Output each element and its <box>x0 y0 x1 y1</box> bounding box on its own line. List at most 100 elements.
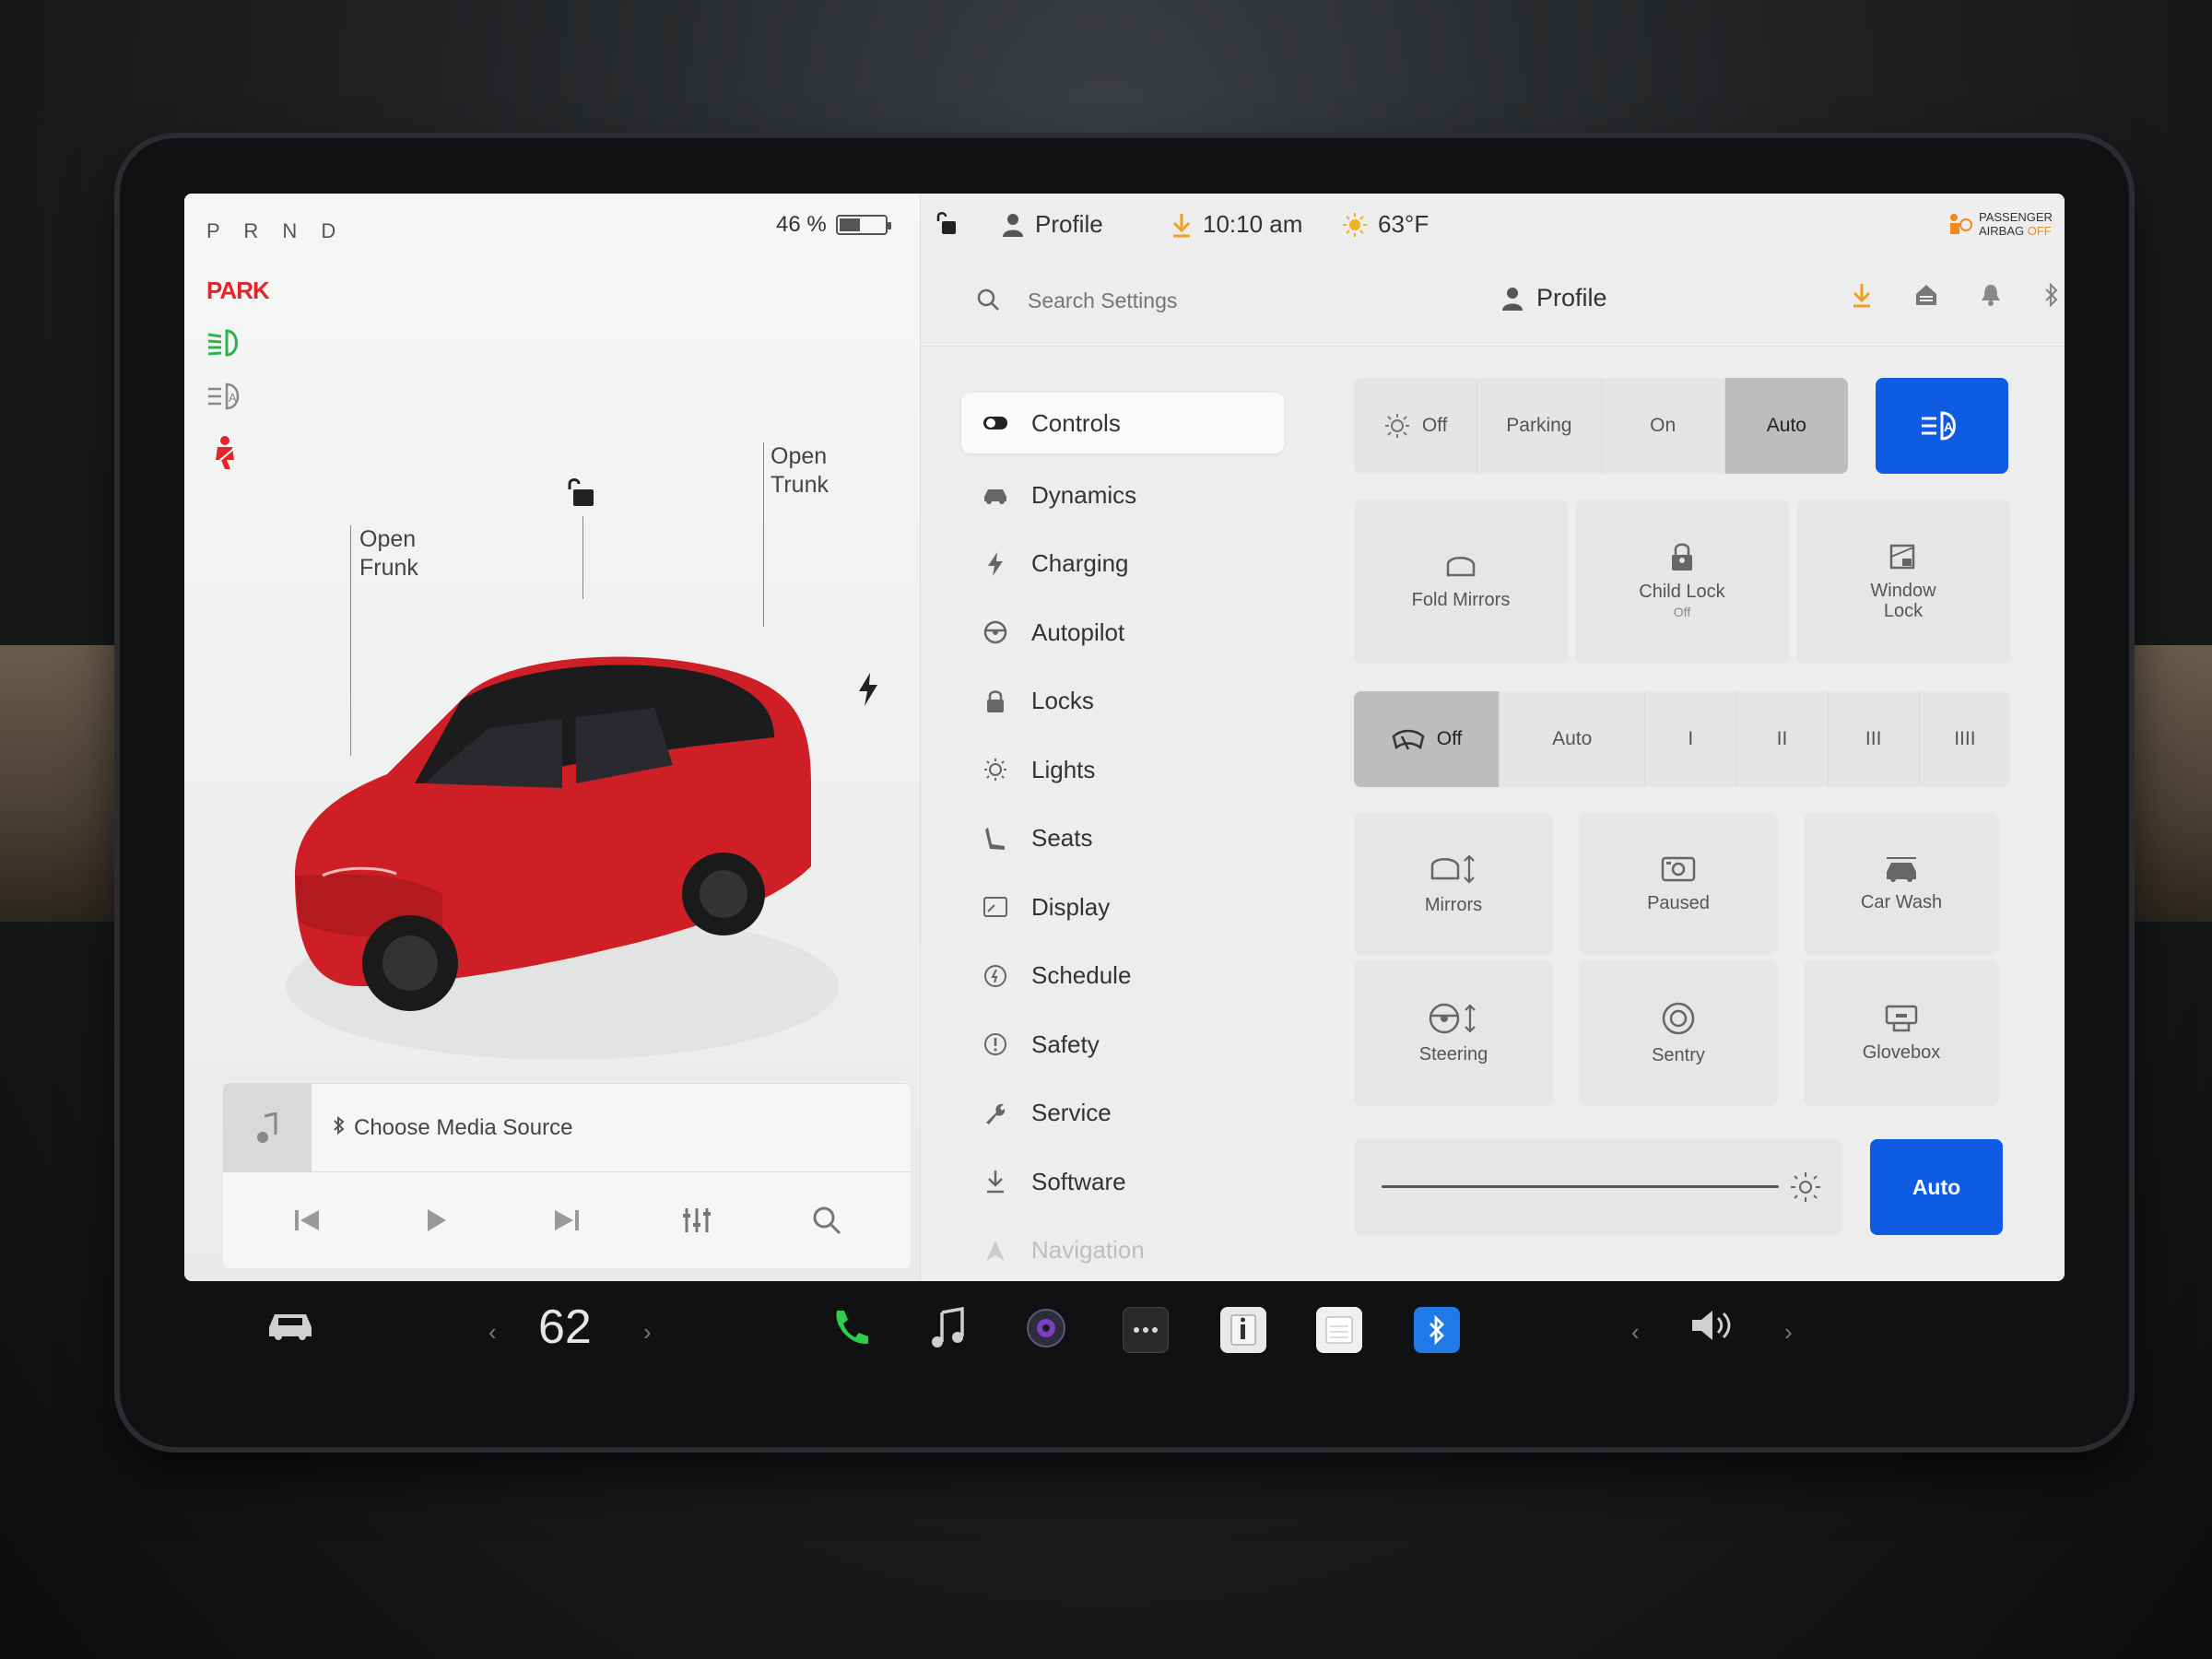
frunk-label-line2: Frunk <box>359 555 418 581</box>
volume-increase-chevron[interactable]: › <box>1784 1318 1793 1347</box>
open-frunk-button[interactable]: Open Frunk <box>359 525 418 582</box>
schedule-clock-icon <box>982 964 1009 988</box>
download-icon[interactable] <box>1852 282 1872 312</box>
headlight-off-option[interactable]: Off <box>1354 378 1478 474</box>
wiper-speed-2-option[interactable]: II <box>1736 691 1829 787</box>
dashcam-status-label: Paused <box>1647 893 1710 913</box>
wiper-speed-3-option[interactable]: III <box>1829 691 1920 787</box>
menu-item-seats[interactable]: Seats <box>961 805 1284 874</box>
play-button[interactable] <box>400 1193 474 1248</box>
menu-item-display[interactable]: Display <box>961 873 1284 942</box>
top-profile-button[interactable]: Profile <box>1002 210 1103 239</box>
menu-item-charging[interactable]: Charging <box>961 530 1284 599</box>
lock-status-icon[interactable] <box>934 210 958 236</box>
media-search-button[interactable] <box>790 1193 864 1248</box>
sentry-mode-button[interactable]: Sentry <box>1579 960 1778 1106</box>
menu-item-safety[interactable]: Safety <box>961 1010 1284 1079</box>
steering-wheel-icon <box>982 620 1009 644</box>
menu-item-locks[interactable]: Locks <box>961 667 1284 736</box>
dashcam-button[interactable]: Paused <box>1579 813 1778 955</box>
headlight-on-option[interactable]: On <box>1602 378 1725 474</box>
profile-button[interactable]: Profile <box>1501 284 1607 312</box>
headlight-parking-option[interactable]: Parking <box>1477 378 1602 474</box>
volume-icon[interactable] <box>1688 1307 1735 1344</box>
airbag-label-line2: AIRBAG <box>1979 224 2025 238</box>
download-icon <box>1172 213 1191 237</box>
battery-fill <box>839 218 860 231</box>
settings-search-bar: Profile LTE <box>921 254 2065 347</box>
previous-track-button[interactable] <box>270 1193 344 1248</box>
airbag-label-line1: PASSENGER <box>1979 210 2053 224</box>
menu-item-dynamics[interactable]: Dynamics <box>961 461 1284 530</box>
wiper-off-option[interactable]: Off <box>1354 691 1500 787</box>
menu-item-navigation[interactable]: Navigation <box>961 1217 1284 1282</box>
dashcam-icon <box>1661 856 1696 882</box>
wiper-speed-4-option[interactable]: IIII <box>1920 691 2010 787</box>
outside-temp-value: 63°F <box>1378 210 1430 238</box>
search-icon <box>976 288 1000 316</box>
fold-mirrors-button[interactable]: Fold Mirrors <box>1354 500 1568 664</box>
media-source-label: Choose Media Source <box>354 1114 573 1140</box>
wiper-speed-1-option[interactable]: I <box>1645 691 1737 787</box>
homelink-icon[interactable] <box>1914 283 1938 312</box>
menu-item-schedule[interactable]: Schedule <box>961 942 1284 1011</box>
headlight-mode-selector: Off Parking On Auto <box>1354 378 1848 474</box>
window-lock-icon <box>1889 544 1915 570</box>
menu-item-software[interactable]: Software <box>961 1147 1284 1217</box>
unlock-icon[interactable] <box>562 475 599 516</box>
brightness-slider[interactable] <box>1354 1139 1842 1235</box>
menu-item-controls[interactable]: Controls <box>961 393 1284 453</box>
top-status-bar: Profile 10:10 am 63°F PASSENGER AIRBAG O… <box>921 194 2065 254</box>
software-update-indicator[interactable]: 10:10 am <box>1171 210 1302 239</box>
profile-label: Profile <box>1536 284 1607 312</box>
notifications-icon[interactable] <box>1981 283 2001 312</box>
display-icon <box>982 897 1009 918</box>
wiper-auto-option[interactable]: Auto <box>1500 691 1646 787</box>
next-track-button[interactable] <box>530 1193 604 1248</box>
car-menu-icon[interactable] <box>265 1307 315 1340</box>
child-lock-button[interactable]: Child Lock Off <box>1575 500 1789 664</box>
wiper-speed-selector: Off Auto I II III IIII <box>1354 691 2010 787</box>
menu-item-autopilot[interactable]: Autopilot <box>961 598 1284 667</box>
bluetooth-icon[interactable] <box>2043 282 2060 312</box>
equalizer-button[interactable] <box>660 1193 734 1248</box>
menu-item-lights[interactable]: Lights <box>961 735 1284 805</box>
lock-callout-line <box>582 516 583 599</box>
headlight-auto-option[interactable]: Auto <box>1724 378 1848 474</box>
glovebox-button[interactable]: Glovebox <box>1804 960 1999 1106</box>
manual-icon[interactable] <box>1220 1307 1266 1353</box>
open-trunk-button[interactable]: Open Trunk <box>771 442 829 500</box>
steering-adjust-icon <box>1429 1003 1476 1034</box>
more-apps-icon[interactable] <box>1123 1307 1169 1353</box>
mirrors-adjust-button[interactable]: Mirrors <box>1354 813 1553 955</box>
window-lock-button[interactable]: Window Lock <box>1796 500 2010 664</box>
gear-selector-indicator: P R N D <box>206 219 346 242</box>
trunk-label-line2: Trunk <box>771 472 829 498</box>
top-profile-label: Profile <box>1035 210 1103 238</box>
auto-high-beam-icon: A <box>1922 411 1956 441</box>
car-wash-button[interactable]: Car Wash <box>1804 813 1999 955</box>
child-lock-label: Child Lock <box>1639 582 1725 602</box>
mirror-icon <box>1446 557 1476 577</box>
auto-high-beam-icon: A <box>206 381 269 412</box>
sentry-label: Sentry <box>1652 1045 1705 1065</box>
wiper-icon <box>1392 729 1425 750</box>
music-icon[interactable] <box>929 1307 966 1349</box>
search-settings-input[interactable] <box>1028 282 1378 319</box>
choose-media-source-button[interactable]: Choose Media Source <box>332 1115 572 1141</box>
calendar-icon[interactable] <box>1316 1307 1362 1353</box>
phone-icon[interactable] <box>830 1307 872 1349</box>
bluetooth-app-icon[interactable] <box>1414 1307 1460 1353</box>
temp-increase-chevron[interactable]: › <box>643 1318 652 1347</box>
brightness-auto-button[interactable]: Auto <box>1870 1139 2003 1235</box>
volume-decrease-chevron[interactable]: ‹ <box>1631 1318 1640 1347</box>
lock-tiles-row: Fold Mirrors Child Lock Off Window Lock <box>1354 500 2018 664</box>
cabin-temperature[interactable]: 62 <box>538 1300 592 1355</box>
temp-decrease-chevron[interactable]: ‹ <box>488 1318 497 1347</box>
menu-item-service[interactable]: Service <box>961 1079 1284 1148</box>
outside-temperature: 63°F <box>1343 210 1429 239</box>
camera-icon[interactable] <box>1025 1307 1067 1349</box>
charge-port-icon[interactable] <box>857 673 879 711</box>
steering-adjust-button[interactable]: Steering <box>1354 960 1553 1106</box>
auto-high-beam-button[interactable]: A <box>1876 378 2008 474</box>
